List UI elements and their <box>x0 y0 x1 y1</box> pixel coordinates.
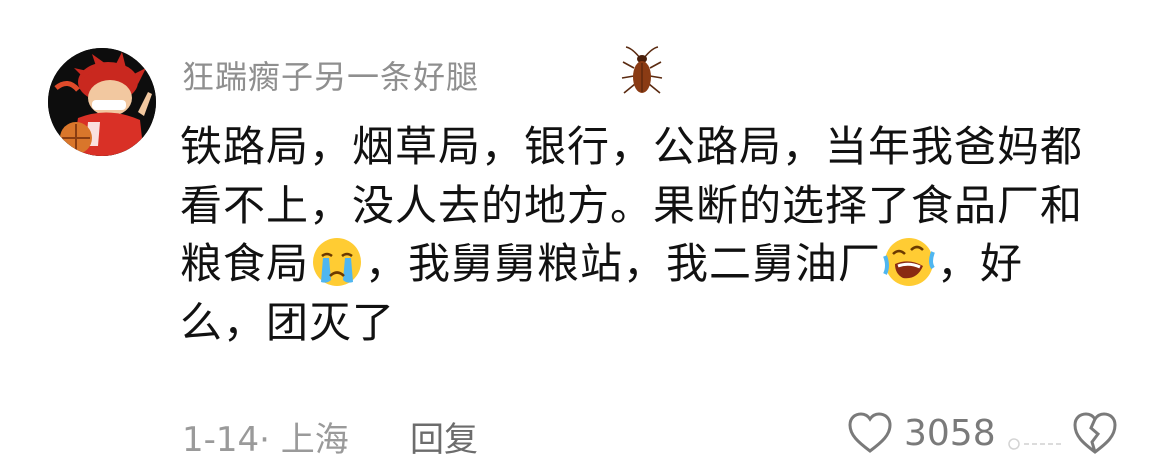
comment-date-location: 1-14· 上海 <box>182 420 349 460</box>
username[interactable]: 狂踹瘸子另一条好腿 <box>182 52 479 98</box>
avatar-image <box>48 48 156 156</box>
rolling-laughing-emoji <box>883 238 935 287</box>
like-button[interactable]: 3058 <box>846 408 996 458</box>
comment-line: 么，团灭了 <box>180 297 396 347</box>
watermark <box>1006 436 1064 456</box>
reply-button[interactable]: 回复 <box>410 412 478 461</box>
broken-heart-icon[interactable] <box>1070 410 1120 456</box>
comment-line: 铁路局，烟草局，银行，公路局，当年我爸妈都 <box>180 122 1084 171</box>
comment-line: 粮食局 ，我舅舅粮站，我二舅油厂 ，好 <box>180 235 1130 294</box>
comment-segment: ，我舅舅粮站，我二舅油厂 <box>365 239 882 289</box>
comment-line: 看不上，没人去的地方。果断的选择了食品厂和 <box>180 180 1084 230</box>
like-count: 3058 <box>904 412 996 454</box>
comment-segment: ，好 <box>937 239 1024 289</box>
heart-outline-icon <box>848 412 892 453</box>
cockroach-icon <box>621 46 663 94</box>
crying-face-emoji <box>313 238 362 287</box>
comment-segment: 粮食局 <box>180 239 310 289</box>
watermark-graphic <box>1008 438 1062 450</box>
user-avatar[interactable] <box>48 48 156 156</box>
comment-text: 铁路局，烟草局，银行，公路局，当年我爸妈都 看不上，没人去的地方。果断的选择了食… <box>180 118 1130 352</box>
